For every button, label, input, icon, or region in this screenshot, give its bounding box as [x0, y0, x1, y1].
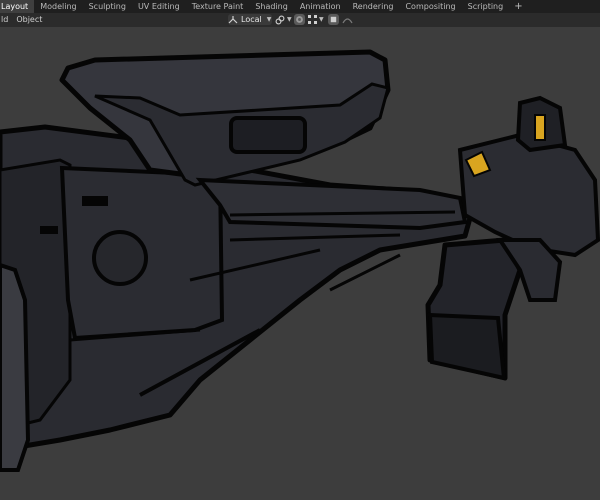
snap-grid-icon	[308, 14, 317, 25]
menu-add[interactable]: ld	[0, 13, 12, 27]
chevron-down-icon: ▼	[319, 16, 324, 23]
snap-icon	[294, 14, 305, 25]
add-workspace-button[interactable]: +	[509, 0, 527, 13]
sight-yellow-window	[534, 114, 546, 141]
chevron-down-icon: ▼	[287, 16, 292, 23]
tab-sculpting[interactable]: Sculpting	[83, 0, 132, 13]
tab-compositing[interactable]: Compositing	[399, 0, 461, 13]
proportional-edit-toggle[interactable]	[328, 14, 339, 25]
rifle-model-render	[0, 49, 600, 472]
top-slot	[229, 116, 307, 154]
grip-lower	[427, 312, 507, 381]
tab-scripting[interactable]: Scripting	[462, 0, 510, 13]
tab-shading[interactable]: Shading	[249, 0, 294, 13]
proportional-edit-icon	[328, 14, 339, 25]
3d-viewport[interactable]	[0, 27, 600, 500]
chevron-down-icon: ▼	[266, 16, 272, 23]
falloff-curve-icon	[342, 14, 353, 25]
receiver-circle	[92, 230, 148, 286]
butt-plate	[0, 262, 31, 472]
viewport-header: ld Object Local ▼ ▼ ▼	[0, 13, 600, 27]
transform-tools: Local ▼ ▼ ▼	[228, 14, 356, 25]
tab-modeling[interactable]: Modeling	[34, 0, 82, 13]
transform-orientation-dropdown[interactable]: Local ▼	[228, 14, 272, 25]
barrel-rail	[195, 177, 468, 231]
tab-texture-paint[interactable]: Texture Paint	[186, 0, 250, 13]
pivot-link-icon	[275, 14, 285, 25]
snap-target-dropdown[interactable]: ▼	[308, 14, 325, 25]
falloff-dropdown[interactable]	[342, 14, 356, 25]
snap-toggle[interactable]	[294, 14, 305, 25]
tab-rendering[interactable]: Rendering	[347, 0, 400, 13]
workspace-tab-bar: Layout Modeling Sculpting UV Editing Tex…	[0, 0, 600, 13]
tab-layout[interactable]: Layout	[0, 0, 35, 13]
tab-animation[interactable]: Animation	[294, 0, 347, 13]
orientation-axes-icon	[228, 14, 238, 25]
pivot-point-dropdown[interactable]: ▼	[275, 14, 292, 25]
tab-uv-editing[interactable]: UV Editing	[132, 0, 186, 13]
menu-object[interactable]: Object	[12, 13, 46, 27]
transform-orientation-label: Local	[241, 15, 262, 24]
